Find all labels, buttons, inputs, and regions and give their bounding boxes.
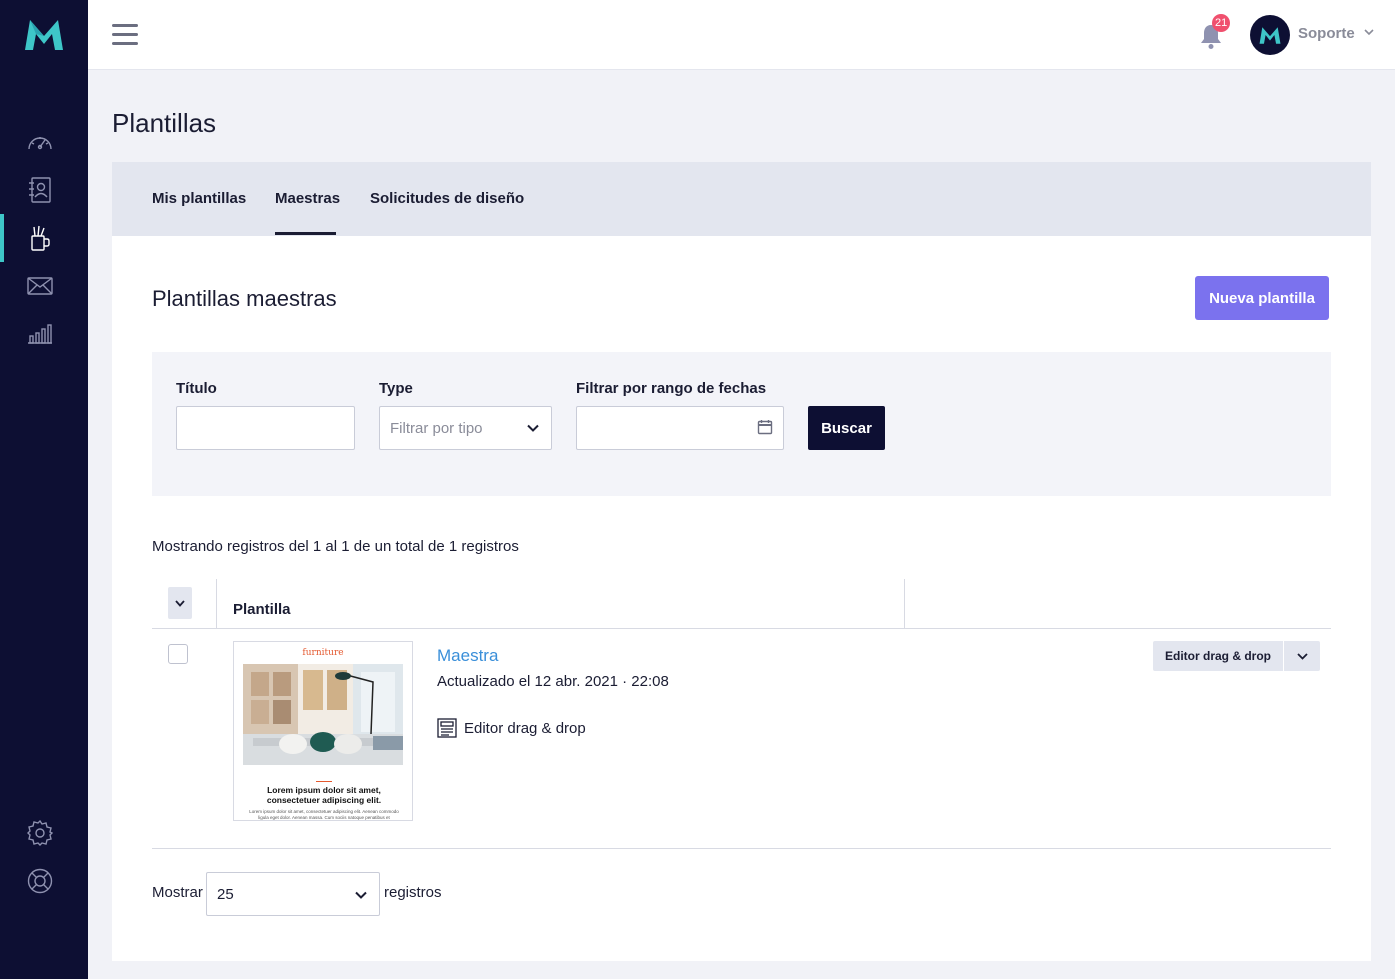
open-editor-button[interactable]: Editor drag & drop xyxy=(1153,641,1283,671)
bar-chart-icon xyxy=(28,324,52,344)
hamburger-line xyxy=(112,24,138,27)
tab-mis-plantillas[interactable]: Mis plantillas xyxy=(152,190,246,207)
row-actions: Editor drag & drop xyxy=(1153,641,1320,671)
title-filter-input[interactable] xyxy=(176,406,355,450)
active-tab-indicator xyxy=(275,232,336,235)
top-bar: 21 Soporte xyxy=(88,0,1395,70)
templates-brush-icon xyxy=(31,225,50,251)
nav-dashboard[interactable] xyxy=(24,126,56,158)
tab-solicitudes-diseno[interactable]: Solicitudes de diseño xyxy=(370,190,524,207)
calendar-icon[interactable] xyxy=(757,419,773,435)
date-range-filter-label: Filtrar por rango de fechas xyxy=(576,380,767,397)
nav-contacts[interactable] xyxy=(24,174,56,206)
new-template-button[interactable]: Nueva plantilla xyxy=(1195,276,1329,320)
menu-toggle-button[interactable] xyxy=(112,24,138,46)
m-logo-icon xyxy=(1259,27,1281,44)
user-name[interactable]: Soporte xyxy=(1298,25,1355,42)
table-header: Plantilla xyxy=(152,579,1331,629)
thumbnail-image xyxy=(243,664,403,765)
table-row: furniture Lorem ipsum dolor sit amet, co… xyxy=(152,629,1331,849)
nav-templates[interactable] xyxy=(24,222,56,254)
type-filter-placeholder: Filtrar por tipo xyxy=(390,419,483,437)
page-size-select[interactable]: 25 xyxy=(206,872,380,916)
row-actions-dropdown-button[interactable] xyxy=(1284,641,1320,671)
page-size-label: Mostrar xyxy=(152,884,203,901)
template-thumbnail[interactable]: furniture Lorem ipsum dolor sit amet, co… xyxy=(233,641,413,821)
envelope-icon xyxy=(27,277,53,295)
nav-active-indicator xyxy=(0,214,4,262)
title-filter-label: Título xyxy=(176,380,217,397)
lifebuoy-icon xyxy=(27,868,53,894)
date-range-filter-input[interactable] xyxy=(576,406,784,450)
page-title: Plantillas xyxy=(112,108,217,138)
chevron-down-icon xyxy=(527,424,539,432)
section-title: Plantillas maestras xyxy=(152,286,337,311)
template-updated: Actualizado el 12 abr. 2021 · 22:08 xyxy=(437,673,669,690)
hamburger-line xyxy=(112,42,138,45)
sidebar xyxy=(0,0,88,979)
column-divider xyxy=(904,579,905,629)
type-filter-select[interactable]: Filtrar por tipo xyxy=(379,406,552,450)
nav-help[interactable] xyxy=(24,865,56,897)
chevron-down-icon[interactable] xyxy=(1364,28,1374,36)
page-size-value: 25 xyxy=(217,885,234,903)
column-divider xyxy=(216,579,217,629)
template-editor-type: Editor drag & drop xyxy=(464,720,586,737)
nav-campaigns[interactable] xyxy=(24,270,56,302)
notification-count-badge: 21 xyxy=(1212,14,1231,32)
contacts-book-icon xyxy=(29,177,51,203)
thumbnail-heading: Lorem ipsum dolor sit amet, consectetuer… xyxy=(266,785,382,805)
templates-card: Plantillas maestras Nueva plantilla Títu… xyxy=(112,236,1371,961)
tabs-bar: Mis plantillas Maestras Solicitudes de d… xyxy=(112,162,1371,236)
search-button[interactable]: Buscar xyxy=(808,406,885,450)
user-avatar[interactable] xyxy=(1250,15,1290,55)
hamburger-line xyxy=(112,33,138,36)
type-filter-label: Type xyxy=(379,380,413,397)
chevron-down-icon xyxy=(355,891,367,899)
thumbnail-body: Lorem ipsum dolor sit amet, consectetuer… xyxy=(249,809,399,820)
chevron-down-icon xyxy=(175,599,185,607)
thumbnail-brand: furniture xyxy=(302,648,344,658)
nav-settings[interactable] xyxy=(24,817,56,849)
drag-drop-editor-icon xyxy=(437,718,457,738)
column-header-plantilla[interactable]: Plantilla xyxy=(233,601,291,618)
nav-reports[interactable] xyxy=(24,318,56,350)
row-checkbox[interactable] xyxy=(168,644,188,664)
thumbnail-divider xyxy=(316,781,332,782)
template-name-link[interactable]: Maestra xyxy=(437,646,498,666)
tab-maestras[interactable]: Maestras xyxy=(275,190,340,207)
app-logo[interactable] xyxy=(22,14,66,54)
gear-icon xyxy=(27,820,53,846)
page-size-suffix: registros xyxy=(384,884,442,901)
bulk-select-button[interactable] xyxy=(168,587,192,619)
chevron-down-icon xyxy=(1296,652,1308,660)
speedometer-icon xyxy=(28,137,52,150)
filters-panel: Título Type Filtrar por tipo Filtrar por… xyxy=(152,352,1331,496)
records-info: Mostrando registros del 1 al 1 de un tot… xyxy=(152,538,519,555)
